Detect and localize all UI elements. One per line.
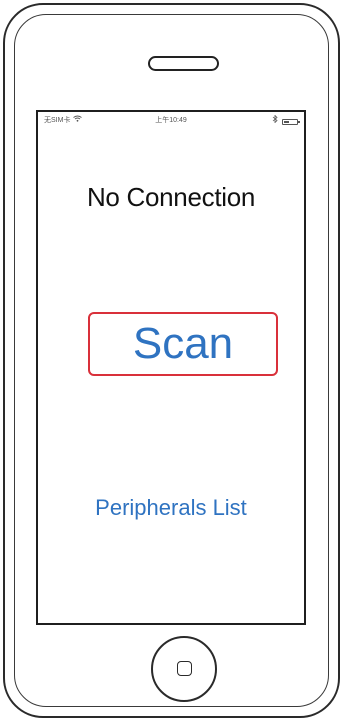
connection-status-title: No Connection [86, 182, 256, 212]
battery-fill [284, 120, 289, 123]
status-time: 上午10:49 [155, 117, 187, 124]
home-button[interactable] [151, 636, 217, 702]
bluetooth-icon [272, 114, 278, 128]
battery-icon [282, 118, 300, 125]
status-bar: 无SIM卡 上午10:49 [44, 114, 300, 128]
status-right [272, 114, 300, 128]
scan-button[interactable]: Scan [88, 312, 278, 376]
device-screen: 无SIM卡 上午10:49 No Connection Scan Periphe… [36, 110, 306, 625]
peripherals-list-link[interactable]: Peripherals List [38, 495, 304, 521]
home-square-icon [177, 661, 192, 676]
speaker-slot [148, 56, 219, 71]
